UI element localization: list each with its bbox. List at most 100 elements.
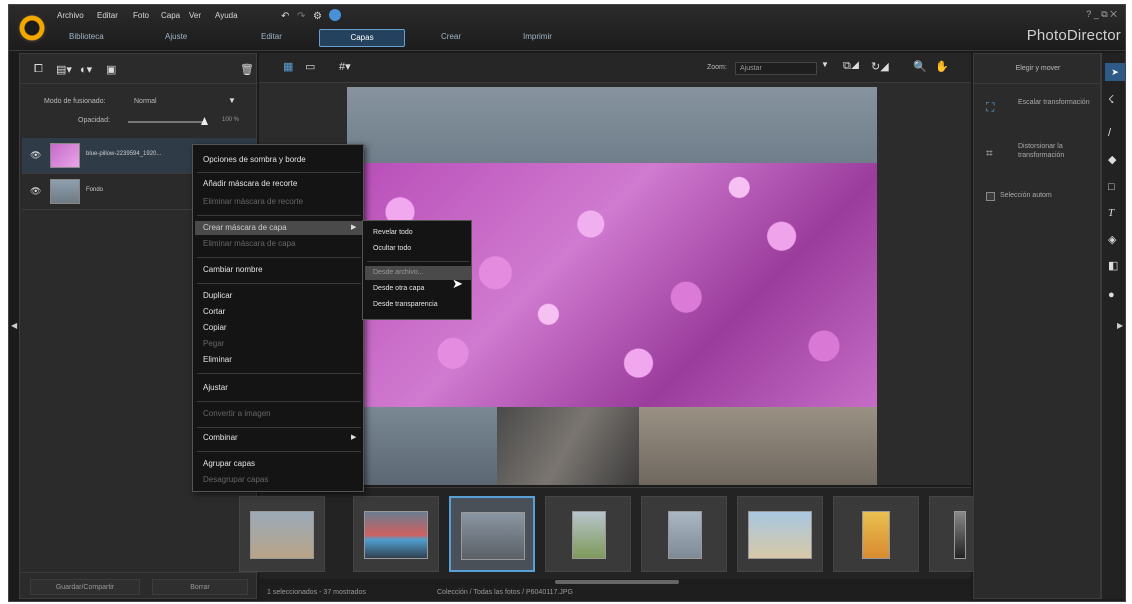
opacity-value[interactable]: 100 % <box>222 117 239 123</box>
auto-select-checkbox[interactable] <box>986 192 995 201</box>
trash-icon[interactable]: 🗑 <box>240 63 254 76</box>
tab-crear[interactable]: Crear <box>441 32 461 41</box>
lasso-tool-icon[interactable]: ☇ <box>1108 93 1114 106</box>
zoom-tool-icon[interactable]: 🔍 <box>913 60 927 73</box>
distort-transform-option[interactable]: Distorsionar la transformación <box>1018 142 1094 160</box>
eye-icon[interactable]: 👁 <box>30 186 41 197</box>
eye-icon[interactable]: 👁 <box>30 150 41 161</box>
notification-icon[interactable] <box>329 9 341 21</box>
submenu-from-transparency[interactable]: Desde transparencia <box>373 301 438 308</box>
chevron-down-icon[interactable]: ▼ <box>228 96 236 105</box>
gradient-tool-icon[interactable]: ◧ <box>1108 259 1118 272</box>
menu-item-duplicate[interactable]: Duplicar <box>203 291 232 300</box>
film-thumbnail[interactable] <box>545 496 631 572</box>
tab-ajuste[interactable]: Ajuste <box>165 32 187 41</box>
drop-tool-icon[interactable]: ● <box>1108 289 1115 301</box>
zoom-select[interactable]: Ajustar <box>735 62 817 75</box>
undo-icon[interactable]: ↶ <box>281 11 289 22</box>
layer-options-icon[interactable]: ▤▾ <box>56 63 72 76</box>
window-controls[interactable]: ? _ ⧉ ✕ <box>1086 9 1117 20</box>
title-bar: Archivo Editar Foto Capa Ver Ayuda ↶ ↷ ⚙… <box>9 5 1125 51</box>
layer-name: blue-pillow-2239594_1920... <box>86 151 162 157</box>
app-logo-icon[interactable] <box>17 13 47 43</box>
adjust-layer-icon[interactable]: ◐▾ <box>80 63 92 76</box>
menu-item-cut[interactable]: Cortar <box>203 307 225 316</box>
film-thumbnail[interactable] <box>353 496 439 572</box>
filmstrip <box>239 487 1015 579</box>
submenu-from-file[interactable]: Desde archivo... <box>373 269 424 276</box>
scale-transform-option[interactable]: Escalar transformación <box>1018 98 1094 107</box>
film-thumbnail[interactable] <box>641 496 727 572</box>
brush-tool-icon[interactable]: / <box>1108 127 1111 139</box>
rotate-icon[interactable]: ↻◢ <box>871 60 889 73</box>
rectangle-tool-icon[interactable]: □ <box>1108 181 1115 193</box>
blend-mode-label: Modo de fusionado: <box>44 98 106 105</box>
blend-mode-select[interactable]: Normal <box>134 98 157 105</box>
selection-count: 1 seleccionados - 37 mostrados <box>267 589 366 596</box>
hand-tool-icon[interactable]: ✋ <box>935 60 949 73</box>
new-layer-icon[interactable]: ⧠ <box>34 63 43 76</box>
save-share-button[interactable]: Guardar/Compartir <box>30 579 140 595</box>
distort-transform-icon[interactable]: ⌗ <box>986 146 993 161</box>
scrollbar-thumb[interactable] <box>555 580 679 584</box>
text-tool-icon[interactable]: T <box>1108 207 1114 219</box>
opacity-slider[interactable] <box>128 121 204 123</box>
tab-biblioteca[interactable]: Biblioteca <box>69 32 104 41</box>
menu-capa[interactable]: Capa <box>161 11 180 20</box>
film-thumbnail[interactable] <box>833 496 919 572</box>
menu-item-add-clip-mask[interactable]: Añadir máscara de recorte <box>203 179 297 188</box>
tab-imprimir[interactable]: Imprimir <box>523 32 552 41</box>
opacity-label: Opacidad: <box>78 117 110 124</box>
fill-tool-icon[interactable]: ◈ <box>1108 233 1116 246</box>
layer-thumbnail <box>50 179 80 204</box>
mask-icon[interactable]: ▣ <box>106 63 116 76</box>
menu-item-group-layers[interactable]: Agrupar capas <box>203 459 255 468</box>
submenu-reveal-all[interactable]: Revelar todo <box>373 229 413 236</box>
menu-ayuda[interactable]: Ayuda <box>215 11 238 20</box>
film-thumbnail[interactable] <box>737 496 823 572</box>
background-sea <box>347 87 877 163</box>
crop-icon[interactable]: ⧉◢ <box>843 60 859 73</box>
redo-icon[interactable]: ↷ <box>297 11 305 22</box>
brand-name: PhotoDirector <box>1026 27 1121 44</box>
menu-item-create-layer-mask[interactable]: Crear máscara de capa <box>203 223 287 232</box>
menu-item-paste: Pegar <box>203 339 225 348</box>
grid-overlay-icon[interactable]: #▾ <box>339 60 351 73</box>
menu-item-combine[interactable]: Combinar <box>203 433 238 442</box>
menu-separator <box>197 427 361 428</box>
tab-editar[interactable]: Editar <box>261 32 282 41</box>
collapse-right-icon[interactable]: ▶ <box>1117 321 1123 330</box>
eraser-tool-icon[interactable]: ◆ <box>1108 153 1116 166</box>
menu-ver[interactable]: Ver <box>189 11 201 20</box>
grid-view-icon[interactable]: ▦ <box>283 60 293 73</box>
menu-item-rename[interactable]: Cambiar nombre <box>203 265 263 274</box>
move-tool-icon[interactable]: ➤ <box>1105 63 1125 81</box>
submenu-from-layer[interactable]: Desde otra capa <box>373 285 424 292</box>
menu-foto[interactable]: Foto <box>133 11 149 20</box>
background-castle <box>639 407 877 485</box>
settings-icon[interactable]: ⚙ <box>313 11 322 22</box>
scale-transform-icon[interactable]: ⛶ <box>986 100 994 115</box>
menu-item-convert-image: Convertir a imagen <box>203 409 271 418</box>
auto-select-label[interactable]: Selección autom <box>1000 192 1052 199</box>
menu-editar[interactable]: Editar <box>97 11 118 20</box>
menu-item-copy[interactable]: Copiar <box>203 323 227 332</box>
background-rocks <box>497 407 639 485</box>
film-thumbnail[interactable] <box>239 496 325 572</box>
menu-separator <box>197 172 361 173</box>
menu-separator <box>197 451 361 452</box>
menu-item-remove-layer-mask: Eliminar máscara de capa <box>203 239 296 248</box>
delete-button[interactable]: Borrar <box>152 579 248 595</box>
chevron-down-icon[interactable]: ▼ <box>821 60 829 69</box>
film-thumbnail-selected[interactable] <box>449 496 535 572</box>
collapse-left-icon[interactable]: ◀ <box>11 321 17 330</box>
menu-item-shadow-border[interactable]: Opciones de sombra y borde <box>203 155 306 164</box>
menu-item-delete[interactable]: Eliminar <box>203 355 232 364</box>
view-toolbar: ▦ ▭ #▾ Zoom: Ajustar ▼ ⧉◢ ↻◢ 🔍 ✋ <box>259 53 971 83</box>
tab-capas[interactable]: Capas <box>319 29 405 47</box>
single-view-icon[interactable]: ▭ <box>305 60 315 73</box>
submenu-hide-all[interactable]: Ocultar todo <box>373 245 411 252</box>
menu-item-fit[interactable]: Ajustar <box>203 383 228 392</box>
tool-name: Elegir y mover <box>974 54 1102 84</box>
menu-archivo[interactable]: Archivo <box>57 11 84 20</box>
